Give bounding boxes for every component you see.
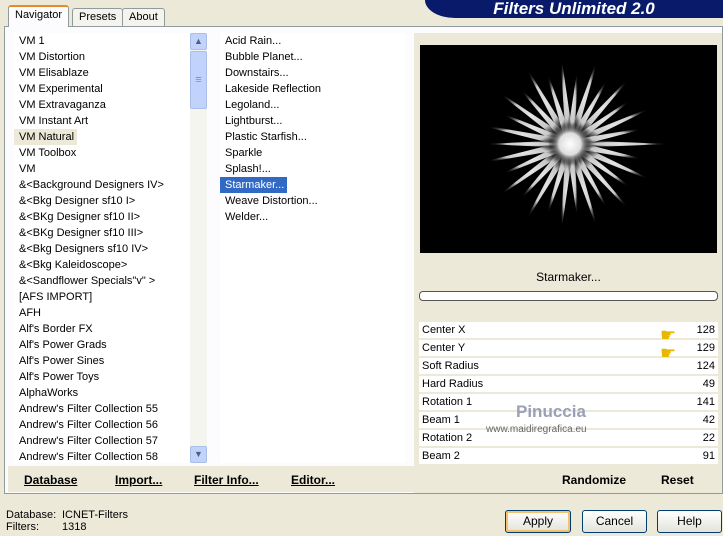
apply-button[interactable]: Apply [505, 510, 571, 533]
param-name: Beam 2 [422, 450, 460, 462]
param-value: 42 [702, 414, 715, 426]
category-item[interactable]: AlphaWorks [14, 385, 190, 401]
category-item[interactable]: VM Toolbox [14, 145, 190, 161]
tab-navigator[interactable]: Navigator [8, 5, 70, 27]
param-value: 22 [702, 432, 715, 444]
category-item[interactable]: VM Extravaganza [14, 97, 190, 113]
editor-link[interactable]: Editor... [291, 473, 335, 487]
filter-item[interactable]: Sparkle [220, 145, 406, 161]
category-item[interactable]: Alf's Border FX [14, 321, 190, 337]
category-item[interactable]: Andrew's Filter Collection 55 [14, 401, 190, 417]
param-name: Center X [422, 324, 466, 336]
filters-label: Filters: [6, 521, 39, 533]
category-item[interactable]: &<BKg Designer sf10 II> [14, 209, 190, 225]
param-name: Center Y [422, 342, 466, 354]
category-list[interactable]: VM 1 VM Distortion VM Elisablaze VM Experim… [14, 33, 190, 463]
filter-item[interactable]: Legoland... [220, 97, 406, 113]
param-value: 129 [696, 342, 715, 354]
category-item[interactable]: &<Sandflower Specials"v" > [14, 273, 190, 289]
database-label: Database: [6, 509, 57, 521]
category-item[interactable]: &<Background Designers IV> [14, 177, 190, 193]
tab-presets[interactable]: Presets [72, 8, 124, 27]
filter-item[interactable]: Downstairs... [220, 65, 406, 81]
param-value: 141 [696, 396, 715, 408]
category-item[interactable]: VM [14, 161, 190, 177]
param-name: Rotation 2 [422, 432, 473, 444]
category-item[interactable]: Andrew's Filter Collection 57 [14, 433, 190, 449]
progress-bar [419, 291, 718, 301]
scroll-up-icon[interactable]: ▲ [190, 33, 207, 50]
filter-item[interactable]: Lightburst... [220, 113, 406, 129]
filter-item[interactable]: Acid Rain... [220, 33, 406, 49]
filter-item[interactable]: Plastic Starfish... [220, 129, 406, 145]
filter-item[interactable]: Lakeside Reflection [220, 81, 406, 97]
watermark-url: www.maidiregrafica.eu [486, 424, 587, 435]
param-value: 124 [696, 360, 715, 372]
filter-item[interactable]: Starmaker... [220, 177, 288, 193]
category-item[interactable]: Alf's Power Sines [14, 353, 190, 369]
scroll-down-icon[interactable]: ▼ [190, 446, 207, 463]
filter-info-link[interactable]: Filter Info... [194, 473, 259, 487]
filter-item[interactable]: Splash!... [220, 161, 406, 177]
preview-label: Starmaker... [536, 270, 601, 284]
preview-image [420, 45, 717, 253]
cancel-button[interactable]: Cancel [582, 510, 647, 533]
category-item[interactable]: [AFS IMPORT] [14, 289, 190, 305]
category-scrollbar[interactable]: ▲ ≡ ▼ [190, 33, 207, 463]
category-item[interactable]: AFH [14, 305, 190, 321]
category-item[interactable]: &<Bkg Designers sf10 IV> [14, 241, 190, 257]
filter-item[interactable]: Welder... [220, 209, 406, 225]
tab-about[interactable]: About [122, 8, 165, 27]
category-item[interactable]: VM Distortion [14, 49, 190, 65]
bottom-link-bar: Database Import... Filter Info... Editor… [8, 466, 414, 492]
database-value: ICNET-Filters [62, 509, 128, 521]
filter-list[interactable]: Acid Rain... Bubble Planet... Downstairs..… [220, 33, 406, 463]
param-slider[interactable]: Hard Radius 49 [419, 376, 718, 393]
category-item[interactable]: VM Elisablaze [14, 65, 190, 81]
param-value: 91 [702, 450, 715, 462]
category-item[interactable]: Andrew's Filter Collection 56 [14, 417, 190, 433]
scroll-thumb[interactable]: ≡ [190, 51, 207, 109]
category-item[interactable]: Alf's Power Grads [14, 337, 190, 353]
filter-item[interactable]: Weave Distortion... [220, 193, 406, 209]
category-item[interactable]: Alf's Power Toys [14, 369, 190, 385]
filters-count: 1318 [62, 521, 87, 533]
watermark-name: Pinuccia [516, 402, 586, 421]
category-item[interactable]: &<BKg Designer sf10 III> [14, 225, 190, 241]
param-name: Soft Radius [422, 360, 479, 372]
param-slider[interactable]: Beam 2 91 [419, 448, 718, 465]
param-name: Hard Radius [422, 378, 484, 390]
import-link[interactable]: Import... [115, 473, 162, 487]
reset-button[interactable]: Reset [661, 473, 694, 487]
category-item[interactable]: Andrew's Filter Collection 58 [14, 449, 190, 463]
param-value: 128 [696, 324, 715, 336]
help-button[interactable]: Help [657, 510, 722, 533]
filter-item[interactable]: Bubble Planet... [220, 49, 406, 65]
category-item[interactable]: VM 1 [14, 33, 190, 49]
randomize-button[interactable]: Randomize [562, 473, 626, 487]
app-title: Filters Unlimited 2.0 [425, 0, 723, 18]
param-name: Rotation 1 [422, 396, 473, 408]
param-name: Beam 1 [422, 414, 460, 426]
pointing-hand-icon: ☛ [660, 343, 677, 363]
category-item[interactable]: VM Instant Art [14, 113, 190, 129]
database-link[interactable]: Database [24, 473, 77, 487]
category-item[interactable]: &<Bkg Designer sf10 I> [14, 193, 190, 209]
category-item[interactable]: VM Natural [14, 129, 78, 145]
param-value: 49 [702, 378, 715, 390]
category-item[interactable]: &<Bkg Kaleidoscope> [14, 257, 190, 273]
category-item[interactable]: VM Experimental [14, 81, 190, 97]
